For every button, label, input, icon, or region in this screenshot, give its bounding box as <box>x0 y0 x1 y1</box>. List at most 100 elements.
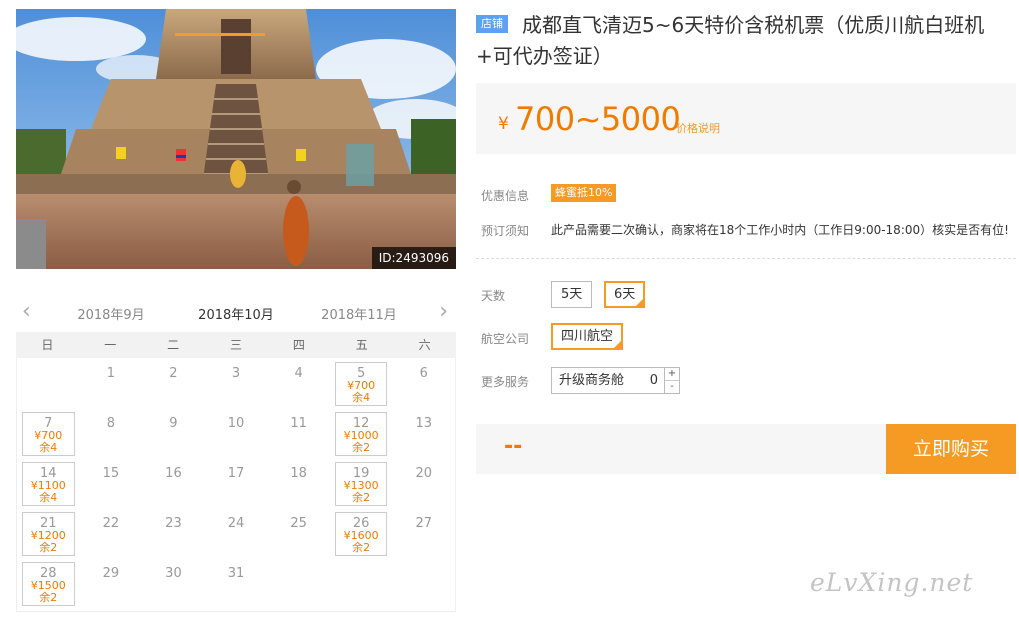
calendar-day-remaining: 余4 <box>39 491 58 504</box>
booking-notice-text: 此产品需要二次确认，商家将在18个工作小时内（工作日9:00-18:00）核实是… <box>551 223 1009 237</box>
calendar-day-number <box>17 358 80 367</box>
calendar-day-number: 3 <box>231 366 241 381</box>
calendar-day-number <box>330 558 393 567</box>
calendar-active-month-indicator <box>175 33 265 36</box>
product-photo[interactable]: ID:2493096 <box>16 9 456 269</box>
calendar-day-number: 11 <box>290 416 307 431</box>
days-option-5[interactable]: 5天 <box>551 281 593 308</box>
calendar-week-row: 14 ¥1100 余4 15 16 17 18 19 ¥1300 余2 20 <box>17 458 455 508</box>
calendar-day-number: 18 <box>290 466 307 481</box>
calendar-day-number: 10 <box>227 416 245 431</box>
calendar-day-number: 29 <box>102 566 120 581</box>
calendar-weekday-header: 日 一 二 三 四 五 六 <box>16 332 456 358</box>
calendar-day-available[interactable]: 7 ¥700 余4 <box>17 408 80 458</box>
calendar-day-available[interactable]: 21 ¥1200 余2 <box>17 508 80 558</box>
discount-badge: 蜂蜜抵10% <box>551 184 617 202</box>
weekday-label: 一 <box>104 338 117 352</box>
calendar-day-available[interactable]: 5 ¥700 余4 <box>330 358 393 408</box>
calendar-current-month[interactable]: 2018年10月 <box>191 304 281 323</box>
calendar-day-available[interactable]: 26 ¥1600 余2 <box>330 508 393 558</box>
calendar-day: 17 <box>205 458 268 508</box>
calendar-day: 9 <box>142 408 205 458</box>
calendar-day-number: 15 <box>102 466 120 481</box>
calendar-day: 31 <box>205 558 268 608</box>
calendar-day-box[interactable]: 12 ¥1000 余2 <box>334 412 388 456</box>
total-price-bar: -- <box>476 424 886 474</box>
weekday-label: 日 <box>41 338 54 352</box>
calendar-day: 11 <box>267 408 330 458</box>
calendar-day-number: 7 <box>44 416 53 431</box>
calendar-day <box>330 558 393 608</box>
price-explanation-link[interactable]: 价格说明 <box>676 120 720 136</box>
calendar-day-remaining: 余2 <box>352 541 371 554</box>
calendar-day-box[interactable]: 21 ¥1200 余2 <box>22 512 75 556</box>
calendar-day-number: 14 <box>40 466 57 481</box>
calendar-day: 25 <box>267 508 330 558</box>
product-title: 成都直飞清迈5~6天特价含税机票（优质川航白班机+可代办签证） <box>476 13 985 68</box>
days-option-6[interactable]: 6天 <box>604 281 646 308</box>
calendar-day <box>267 558 330 608</box>
calendar-day-box[interactable]: 5 ¥700 余4 <box>334 362 388 406</box>
calendar-day-number: 20 <box>415 466 433 481</box>
calendar-day-number: 4 <box>294 366 303 381</box>
calendar-day-number: 24 <box>227 516 245 531</box>
weekday-label: 六 <box>418 338 431 352</box>
calendar-week-row: 1 2 3 4 5 ¥700 余4 6 <box>17 358 455 408</box>
discount-label: 优惠信息 <box>481 189 530 203</box>
temple-photo-image <box>16 9 456 269</box>
calendar-day-number <box>392 558 455 567</box>
calendar-grid: 1 2 3 4 5 ¥700 余4 6 7 ¥700 余4 8 9 10 11 12 ¥1000 余2 13 14 ¥1… <box>16 358 456 612</box>
calendar-day-number: 1 <box>106 366 115 381</box>
calendar-day-number: 23 <box>165 516 182 531</box>
airline-option-sichuan[interactable]: 四川航空 <box>551 323 624 350</box>
calendar-day: 6 <box>392 358 455 408</box>
calendar-day-number: 28 <box>40 566 57 581</box>
weekday-label: 五 <box>355 338 368 352</box>
calendar-day: 23 <box>142 508 205 558</box>
calendar-day-number: 27 <box>415 516 433 531</box>
calendar-day-number: 22 <box>102 516 120 531</box>
calendar-day-box[interactable]: 26 ¥1600 余2 <box>334 512 388 556</box>
more-services-label: 更多服务 <box>481 375 530 389</box>
calendar-day-box[interactable]: 19 ¥1300 余2 <box>334 462 388 506</box>
calendar-day-available[interactable]: 12 ¥1000 余2 <box>330 408 393 458</box>
decrement-button[interactable]: - <box>665 381 679 394</box>
calendar-day: 3 <box>205 358 268 408</box>
calendar-day-box[interactable]: 7 ¥700 余4 <box>22 412 75 456</box>
buy-now-button[interactable]: 立即购买 <box>886 424 1016 474</box>
calendar-day: 8 <box>80 408 143 458</box>
business-class-upgrade: 升级商务舱 0 <box>551 367 665 394</box>
airline-label: 航空公司 <box>481 332 530 346</box>
calendar-day: 10 <box>205 408 268 458</box>
chevron-right-icon[interactable]: › <box>439 300 448 324</box>
calendar-day: 30 <box>142 558 205 608</box>
calendar-day-number: 31 <box>227 566 245 581</box>
calendar-day-box[interactable]: 28 ¥1500 余2 <box>22 562 75 606</box>
calendar-day-remaining: 余2 <box>352 441 371 454</box>
quantity-stepper: + - <box>665 367 680 394</box>
increment-button[interactable]: + <box>665 368 679 381</box>
weekday-label: 三 <box>230 338 243 352</box>
calendar-day: 27 <box>392 508 455 558</box>
calendar-day: 15 <box>80 458 143 508</box>
chevron-left-icon[interactable]: ‹ <box>22 300 31 324</box>
calendar-day-available[interactable]: 28 ¥1500 余2 <box>17 558 80 608</box>
calendar-day-remaining: 余2 <box>39 541 58 554</box>
calendar-day-number: 12 <box>352 416 370 431</box>
calendar-day-box[interactable]: 14 ¥1100 余4 <box>22 462 75 506</box>
days-label: 天数 <box>481 289 506 303</box>
calendar-day-available[interactable]: 19 ¥1300 余2 <box>330 458 393 508</box>
calendar-day-number: 16 <box>165 466 182 481</box>
calendar-day-available[interactable]: 14 ¥1100 余4 <box>17 458 80 508</box>
calendar-month-nav: ‹ 2018年9月 2018年10月 2018年11月 › <box>16 296 456 332</box>
calendar-prev-month[interactable]: 2018年9月 <box>66 304 156 323</box>
calendar-day: 18 <box>267 458 330 508</box>
shop-tag-badge[interactable]: 店铺 <box>476 15 508 33</box>
calendar-day-number: 2 <box>169 366 178 381</box>
calendar-day: 16 <box>142 458 205 508</box>
service-quantity[interactable]: 0 <box>650 368 658 393</box>
calendar-next-month[interactable]: 2018年11月 <box>314 304 404 323</box>
calendar-day: 13 <box>392 408 455 458</box>
calendar-day <box>392 558 455 608</box>
calendar-day-remaining: 余4 <box>39 441 58 454</box>
